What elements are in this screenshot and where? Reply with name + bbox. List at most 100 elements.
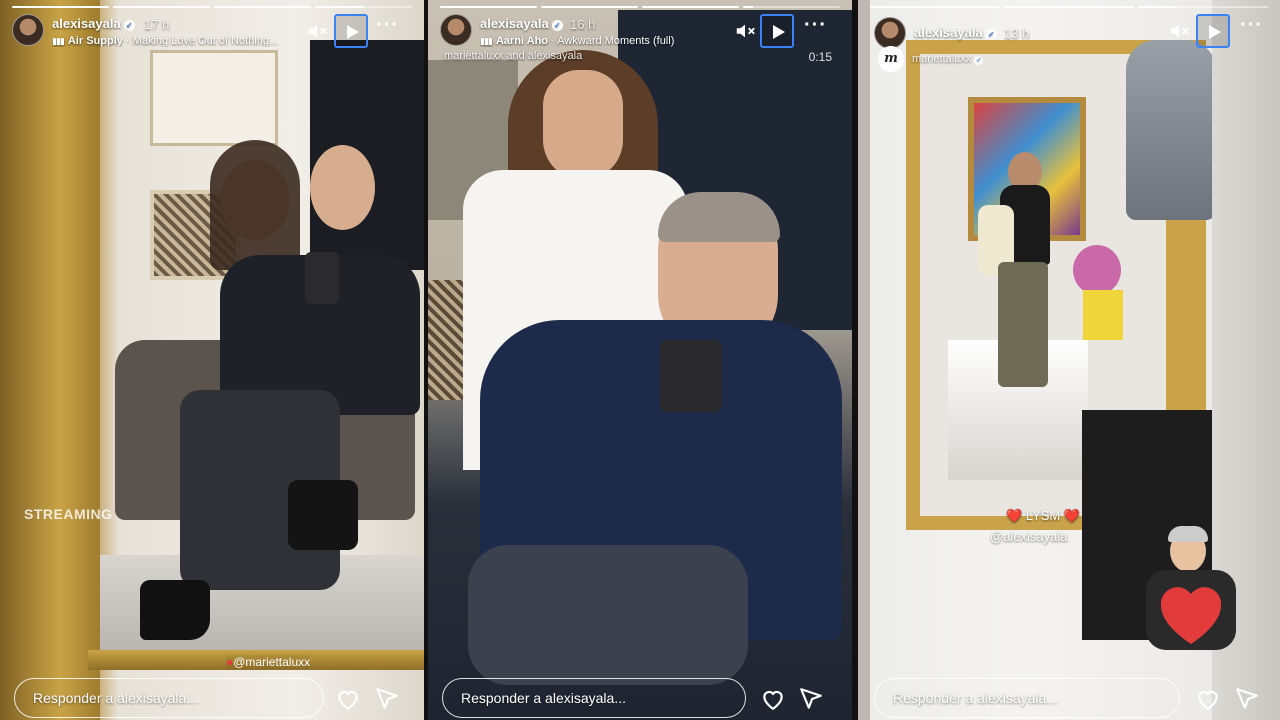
phone <box>305 252 339 304</box>
post-time: 17 h <box>144 17 170 32</box>
collab-names[interactable]: mariettaluxx and alexisayala <box>444 50 582 62</box>
heart-icon[interactable] <box>760 686 786 712</box>
play-button[interactable] <box>334 14 368 48</box>
orchid-plant <box>1073 245 1121 295</box>
music-info[interactable]: ▮▮▮ Air Supply · Making Love Out of Nothi… <box>52 35 278 47</box>
speaker-muted-icon[interactable] <box>306 20 328 42</box>
progress-bars <box>870 6 1268 8</box>
person-man-face <box>310 145 375 230</box>
streaming-text: STREAMING <box>24 506 113 522</box>
progress-segment <box>870 6 1000 8</box>
boot <box>140 580 210 640</box>
username[interactable]: alexisayala ✓ <box>914 25 997 40</box>
yellow-chair <box>1083 290 1123 340</box>
story-panel-3[interactable]: alexisayala ✓ 13 h m mariettaluxx ✓ ··· ❤️… <box>858 0 1280 720</box>
story-panel-1[interactable]: alexisayala ✓ 17 h ▮▮▮ Air Supply · Making… <box>0 0 424 720</box>
phone <box>660 340 722 412</box>
post-time: 16 h <box>570 17 596 32</box>
avatar[interactable] <box>440 14 472 46</box>
reply-input[interactable]: Responder a alexisayala... <box>442 678 746 718</box>
music-artist[interactable]: Aarni Aho <box>496 35 548 47</box>
username-text[interactable]: alexisayala <box>914 25 983 40</box>
progress-fill <box>541 6 638 8</box>
progress-fill <box>1004 6 1134 8</box>
progress-fill <box>870 6 1000 8</box>
progress-bars <box>12 6 412 8</box>
boot <box>288 480 358 550</box>
more-options-icon[interactable]: ··· <box>376 15 400 42</box>
progress-segment <box>642 6 739 8</box>
heart-icon[interactable] <box>335 686 361 712</box>
reposted-account-avatar[interactable]: m <box>878 46 904 72</box>
mirror-frame <box>0 0 100 720</box>
story-panel-2[interactable]: alexisayala ✓ 16 h ▮▮▮ Aarni Aho · Awkward… <box>428 0 852 720</box>
story-image-2 <box>428 0 852 720</box>
music-title[interactable]: Awkward Moments (full) <box>557 35 674 47</box>
reposted-from-text[interactable]: mariettaluxx <box>912 53 971 65</box>
progress-bars <box>440 6 840 8</box>
progress-fill <box>12 6 109 8</box>
username-text[interactable]: alexisayala <box>52 16 121 31</box>
progress-segment <box>440 6 537 8</box>
story-image-1 <box>0 0 424 720</box>
progress-segment <box>541 6 638 8</box>
music-artist[interactable]: Air Supply <box>68 35 123 47</box>
progress-segment <box>1004 6 1134 8</box>
mention-tag[interactable]: ●@mariettaluxx <box>226 655 311 669</box>
post-time: 13 h <box>1004 26 1030 41</box>
progress-fill <box>642 6 739 8</box>
avatar[interactable] <box>874 17 906 49</box>
music-title[interactable]: Making Love Out of Nothing... <box>133 35 279 47</box>
music-separator: · <box>551 35 555 47</box>
progress-segment <box>113 6 210 8</box>
more-options-icon[interactable]: ··· <box>804 15 828 42</box>
artwork <box>150 50 278 146</box>
reply-input[interactable]: Responder a alexisayala... <box>14 678 324 718</box>
heart-hug-sticker[interactable] <box>1146 526 1236 660</box>
woman-hair <box>210 140 300 270</box>
progress-fill <box>440 6 537 8</box>
speaker-muted-icon[interactable] <box>734 20 756 42</box>
verified-badge-icon: ✓ <box>985 29 997 40</box>
username[interactable]: alexisayala ✓ <box>480 16 563 31</box>
avatar[interactable] <box>12 14 44 46</box>
camo-pants <box>998 262 1048 387</box>
play-icon <box>773 25 785 39</box>
reply-input[interactable]: Responder a alexisayala... <box>874 678 1180 718</box>
play-icon <box>1209 25 1221 39</box>
person-woman <box>543 70 623 180</box>
jeans <box>468 545 748 685</box>
heart-icon[interactable] <box>1195 686 1221 712</box>
play-button[interactable] <box>1196 14 1230 48</box>
progress-fill <box>315 6 364 8</box>
send-icon[interactable] <box>374 686 400 712</box>
equalizer-icon: ▮▮▮ <box>52 36 65 46</box>
verified-badge-icon: ✓ <box>123 20 135 31</box>
send-icon[interactable] <box>798 686 824 712</box>
music-info[interactable]: ▮▮▮ Aarni Aho · Awkward Moments (full) <box>480 35 674 47</box>
video-duration: 0:15 <box>808 50 832 64</box>
progress-fill <box>1138 6 1177 8</box>
kaws-sculpture <box>1126 40 1216 220</box>
username-text[interactable]: alexisayala <box>480 16 549 31</box>
username[interactable]: alexisayala ✓ <box>52 16 135 31</box>
mention-sticker[interactable]: @alexisayala <box>990 529 1068 544</box>
progress-segment <box>12 6 109 8</box>
story-controls: ··· <box>734 14 840 48</box>
more-options-icon[interactable]: ··· <box>1240 15 1264 42</box>
equalizer-icon: ▮▮▮ <box>480 36 493 46</box>
mention-text[interactable]: @mariettaluxx <box>233 655 310 669</box>
progress-fill <box>743 6 753 8</box>
story-image-3 <box>858 0 1280 720</box>
progress-segment <box>1138 6 1268 8</box>
speaker-muted-icon[interactable] <box>1168 20 1190 42</box>
progress-segment <box>214 6 311 8</box>
verified-badge-icon: ✓ <box>551 20 563 31</box>
story-controls: ··· <box>1168 14 1274 48</box>
wall-edge <box>858 0 870 720</box>
reposted-from[interactable]: mariettaluxx ✓ <box>912 53 984 65</box>
progress-segment <box>315 6 412 8</box>
music-separator: · <box>125 35 130 47</box>
send-icon[interactable] <box>1234 686 1260 712</box>
play-button[interactable] <box>760 14 794 48</box>
